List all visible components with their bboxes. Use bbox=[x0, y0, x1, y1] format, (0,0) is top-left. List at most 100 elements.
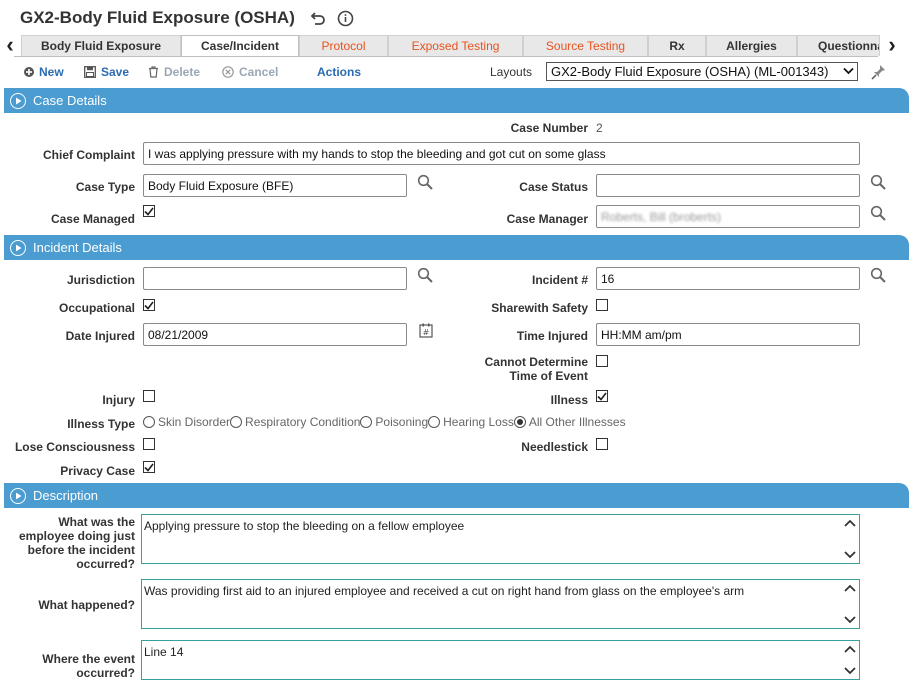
actions-label: Actions bbox=[317, 65, 362, 79]
pin-icon[interactable] bbox=[870, 63, 888, 81]
tab-protocol[interactable]: Protocol bbox=[299, 35, 388, 56]
search-icon[interactable] bbox=[870, 174, 888, 192]
date-injured-input[interactable]: 08/21/2009 bbox=[143, 323, 407, 346]
q2-label: What happened? bbox=[38, 598, 135, 612]
undo-icon[interactable] bbox=[309, 9, 327, 27]
radio-respiratory-condition[interactable] bbox=[230, 416, 243, 428]
occupational-checkbox[interactable] bbox=[143, 299, 155, 311]
time-injured-input[interactable]: HH:MM am/pm bbox=[596, 323, 860, 346]
chevron-up-icon[interactable] bbox=[843, 519, 856, 527]
chief-complaint-label: Chief Complaint bbox=[43, 148, 135, 162]
illness-label: Illness bbox=[550, 393, 588, 407]
tab-case-incident[interactable]: Case/Incident bbox=[181, 35, 299, 57]
q3-label: Where the event occurred? bbox=[42, 652, 135, 680]
play-circle-icon bbox=[10, 92, 26, 109]
layouts-label: Layouts bbox=[490, 65, 533, 79]
tab-body-fluid-exposure[interactable]: Body Fluid Exposure bbox=[21, 35, 181, 56]
info-icon[interactable] bbox=[336, 9, 354, 27]
q3-textarea[interactable]: Line 14 bbox=[141, 640, 860, 680]
delete-button[interactable]: Delete bbox=[148, 64, 200, 80]
injury-label: Injury bbox=[102, 393, 135, 407]
cannot-determine-checkbox[interactable] bbox=[596, 355, 608, 367]
cancel-label: Cancel bbox=[239, 65, 279, 79]
section-title: Case Details bbox=[33, 93, 107, 108]
tab-source-testing[interactable]: Source Testing bbox=[523, 35, 648, 56]
case-manager-value: Roberts, Bill (broberts) bbox=[601, 210, 722, 224]
new-label: New bbox=[39, 65, 64, 79]
injury-checkbox[interactable] bbox=[143, 390, 155, 402]
sharewith-safety-checkbox[interactable] bbox=[596, 299, 608, 311]
radio-all-other-illnesses[interactable] bbox=[513, 416, 526, 428]
save-button[interactable]: Save bbox=[84, 64, 129, 80]
tab-rx[interactable]: Rx bbox=[648, 35, 706, 56]
q2-value: Was providing first aid to an injured em… bbox=[144, 584, 745, 598]
chevron-down-icon[interactable] bbox=[843, 551, 856, 559]
illness-type-label: Illness Type bbox=[67, 417, 135, 431]
q2-textarea[interactable]: Was providing first aid to an injured em… bbox=[141, 579, 860, 629]
illness-checkbox[interactable] bbox=[596, 390, 608, 402]
case-status-label: Case Status bbox=[519, 180, 588, 194]
q1-label: What was the employee doing just before … bbox=[18, 515, 135, 571]
chevron-up-icon[interactable] bbox=[843, 584, 856, 592]
cannot-determine-label: Cannot Determine Time of Event bbox=[484, 355, 588, 383]
save-label: Save bbox=[101, 65, 130, 79]
layouts-value: GX2-Body Fluid Exposure (OSHA) (ML-00134… bbox=[551, 64, 829, 79]
search-icon[interactable] bbox=[870, 267, 888, 285]
incident-number-input[interactable]: 16 bbox=[596, 267, 860, 290]
tab-divider bbox=[14, 56, 878, 57]
radio-hearing-loss[interactable] bbox=[428, 416, 441, 428]
illness-type-group: Skin Disorder Respiratory Condition Pois… bbox=[143, 415, 626, 429]
chevron-down-icon[interactable] bbox=[843, 616, 856, 624]
time-injured-label: Time Injured bbox=[516, 329, 588, 343]
case-manager-input[interactable]: Roberts, Bill (broberts) bbox=[596, 205, 860, 228]
case-number-label: Case Number bbox=[510, 121, 588, 135]
case-manager-label: Case Manager bbox=[506, 212, 588, 226]
section-title: Incident Details bbox=[33, 240, 122, 255]
case-managed-label: Case Managed bbox=[50, 212, 135, 226]
radio-label: Skin Disorder bbox=[158, 415, 231, 429]
radio-poisoning[interactable] bbox=[360, 416, 373, 428]
chevron-right-icon[interactable]: › bbox=[885, 34, 899, 57]
chevron-down-icon[interactable] bbox=[843, 667, 856, 675]
case-type-input[interactable]: Body Fluid Exposure (BFE) bbox=[143, 174, 407, 197]
new-button[interactable]: New bbox=[24, 64, 64, 80]
tab-exposed-testing[interactable]: Exposed Testing bbox=[388, 35, 523, 56]
tab-allergies[interactable]: Allergies bbox=[706, 35, 797, 56]
delete-label: Delete bbox=[164, 65, 201, 79]
radio-label: Hearing Loss bbox=[443, 415, 514, 429]
save-icon bbox=[84, 66, 96, 78]
incident-number-label: Incident # bbox=[531, 273, 588, 287]
search-icon[interactable] bbox=[870, 205, 888, 223]
scrollbar[interactable] bbox=[841, 516, 858, 562]
needlestick-checkbox[interactable] bbox=[596, 438, 608, 450]
case-status-input[interactable] bbox=[596, 174, 860, 197]
occupational-label: Occupational bbox=[58, 301, 135, 315]
radio-skin-disorder[interactable] bbox=[143, 416, 155, 428]
svg-text:#: # bbox=[423, 328, 430, 337]
actions-button[interactable]: Actions bbox=[317, 64, 361, 80]
q1-textarea[interactable]: Applying pressure to stop the bleeding o… bbox=[141, 514, 860, 564]
section-incident-details[interactable]: Incident Details bbox=[4, 235, 909, 260]
date-injured-label: Date Injured bbox=[65, 329, 135, 343]
case-managed-checkbox[interactable] bbox=[143, 205, 155, 217]
privacy-case-label: Privacy Case bbox=[60, 464, 135, 478]
jurisdiction-label: Jurisdiction bbox=[66, 273, 135, 287]
privacy-case-checkbox[interactable] bbox=[143, 461, 155, 473]
chief-complaint-input[interactable]: I was applying pressure with my hands to… bbox=[143, 142, 860, 165]
plus-icon bbox=[24, 67, 34, 77]
play-circle-icon bbox=[10, 487, 26, 504]
scrollbar[interactable] bbox=[841, 581, 858, 627]
section-description[interactable]: Description bbox=[4, 483, 909, 508]
layouts-select[interactable]: GX2-Body Fluid Exposure (OSHA) (ML-00134… bbox=[546, 62, 858, 81]
tab-questionnaire[interactable]: Questionna bbox=[797, 35, 880, 56]
cancel-button[interactable]: Cancel bbox=[222, 64, 278, 80]
section-case-details[interactable]: Case Details bbox=[4, 88, 909, 113]
lose-consciousness-checkbox[interactable] bbox=[143, 438, 155, 450]
chevron-left-icon[interactable]: ‹ bbox=[3, 34, 17, 57]
sharewith-safety-label: Sharewith Safety bbox=[491, 301, 588, 315]
chevron-down-icon bbox=[843, 64, 854, 80]
jurisdiction-input[interactable] bbox=[143, 267, 407, 290]
needlestick-label: Needlestick bbox=[521, 440, 588, 454]
play-circle-icon bbox=[10, 239, 26, 256]
chevron-up-icon[interactable] bbox=[843, 645, 856, 653]
